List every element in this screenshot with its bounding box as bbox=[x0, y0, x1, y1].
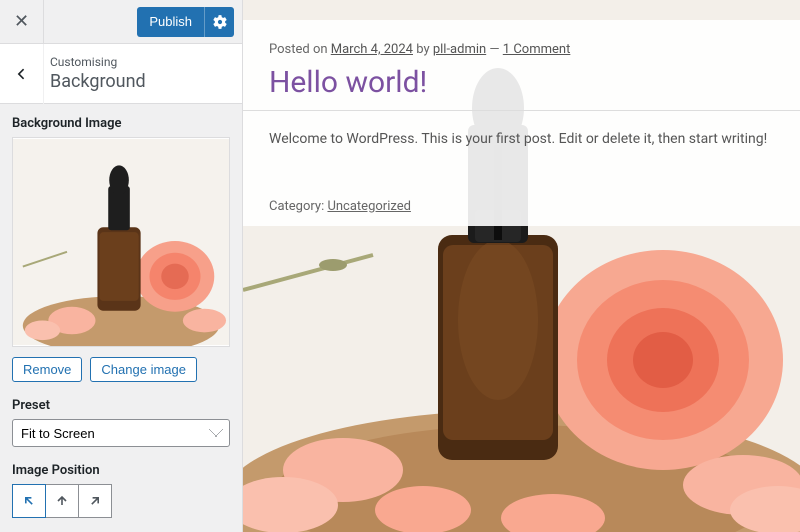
change-image-button[interactable]: Change image bbox=[90, 357, 197, 382]
position-top-center[interactable] bbox=[45, 484, 79, 518]
section-header: Customising Background bbox=[0, 44, 242, 104]
back-button[interactable] bbox=[0, 44, 44, 104]
top-bar: ✕ Publish bbox=[0, 0, 242, 44]
category-link[interactable]: Uncategorized bbox=[327, 199, 410, 214]
post-comments-link[interactable]: 1 Comment bbox=[503, 42, 571, 57]
position-grid bbox=[12, 484, 230, 518]
close-button[interactable]: ✕ bbox=[0, 0, 44, 44]
thumbnail-image bbox=[13, 138, 229, 346]
publish-settings-button[interactable] bbox=[204, 7, 234, 37]
publish-button[interactable]: Publish bbox=[137, 7, 204, 37]
arrow-top-right-icon bbox=[87, 493, 103, 509]
arrow-up-icon bbox=[54, 493, 70, 509]
post-title[interactable]: Hello world! bbox=[269, 65, 774, 100]
gear-icon bbox=[213, 15, 227, 29]
chevron-left-icon bbox=[14, 66, 30, 82]
preview-pane: Posted on March 4, 2024 by pll-admin — 1… bbox=[243, 0, 800, 532]
preset-label: Preset bbox=[12, 398, 230, 413]
position-top-right[interactable] bbox=[78, 484, 112, 518]
remove-image-button[interactable]: Remove bbox=[12, 357, 82, 382]
post-date-link[interactable]: March 4, 2024 bbox=[331, 42, 413, 57]
bg-image-thumbnail[interactable] bbox=[12, 137, 230, 347]
post-body: Welcome to WordPress. This is your first… bbox=[269, 131, 774, 147]
post-divider bbox=[243, 110, 800, 111]
post-meta: Posted on March 4, 2024 by pll-admin — 1… bbox=[269, 42, 774, 57]
section-titles: Customising Background bbox=[44, 55, 146, 92]
position-label: Image Position bbox=[12, 463, 230, 478]
close-icon: ✕ bbox=[14, 11, 29, 32]
meta-posted-on: Posted on bbox=[269, 42, 331, 57]
post-category: Category: Uncategorized bbox=[269, 199, 774, 214]
meta-by: by bbox=[413, 42, 433, 57]
section-title: Background bbox=[50, 71, 146, 92]
post-preview: Posted on March 4, 2024 by pll-admin — 1… bbox=[243, 20, 800, 226]
preset-select[interactable]: Fit to Screen bbox=[12, 419, 230, 447]
meta-sep: — bbox=[486, 42, 503, 57]
position-top-left[interactable] bbox=[12, 484, 46, 518]
arrow-top-left-icon bbox=[21, 493, 37, 509]
customizer-sidebar: ✕ Publish Customising Background Backgro… bbox=[0, 0, 243, 532]
section-subtitle: Customising bbox=[50, 55, 146, 69]
bg-image-label: Background Image bbox=[12, 116, 230, 131]
post-author-link[interactable]: pll-admin bbox=[433, 42, 486, 57]
category-label: Category: bbox=[269, 199, 327, 214]
image-buttons: Remove Change image bbox=[12, 357, 230, 382]
controls-panel: Background Image Remove Change image bbox=[0, 104, 242, 532]
